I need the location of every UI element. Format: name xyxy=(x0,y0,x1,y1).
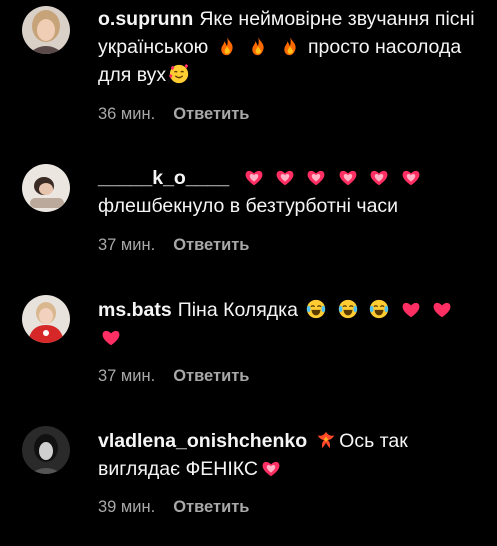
comment-text: _____k_o____ флешбекнуло в безтурботні ч… xyxy=(98,164,483,220)
comment-username[interactable]: o.suprunn xyxy=(98,8,193,30)
heart-on-fire-pink-icon xyxy=(337,166,359,188)
avatar[interactable] xyxy=(22,295,70,343)
pink-heart-icon xyxy=(400,298,422,320)
phoenix-icon xyxy=(315,429,337,451)
avatar[interactable] xyxy=(22,164,70,212)
pink-heart-icon xyxy=(100,326,122,348)
comment-message: Піна Колядка xyxy=(177,299,298,321)
face-with-tears-of-joy-icon xyxy=(368,298,390,320)
reply-button[interactable]: Ответить xyxy=(173,498,249,516)
avatar-bw-portrait-icon xyxy=(22,426,70,474)
comment-username[interactable]: ms.bats xyxy=(98,299,172,321)
comment-username[interactable]: _____k_o____ xyxy=(98,167,229,189)
heart-on-fire-pink-icon xyxy=(305,166,327,188)
comment-timestamp: 37 мин. xyxy=(98,367,156,385)
comment-item: _____k_o____ флешбекнуло в безтурботні ч… xyxy=(0,155,497,270)
smiling-face-with-hearts-icon xyxy=(168,63,190,85)
avatar-child-red-icon xyxy=(22,295,70,343)
heart-on-fire-pink-icon xyxy=(368,166,390,188)
avatar-woman-lying-icon xyxy=(22,164,70,212)
comment-username[interactable]: vladlena_onishchenko xyxy=(98,430,307,452)
face-with-tears-of-joy-icon xyxy=(305,298,327,320)
comment-item: ms.bats Піна Колядка 37 мин. Ответить xyxy=(0,287,497,402)
comment-item: o.suprunn Яке неймовірне звучання пісні у… xyxy=(0,0,497,140)
reply-button[interactable]: Ответить xyxy=(173,105,249,123)
reply-button[interactable]: Ответить xyxy=(173,236,249,254)
avatar[interactable] xyxy=(22,426,70,474)
heart-on-fire-pink-icon xyxy=(260,457,282,479)
fire-icon xyxy=(247,35,269,57)
avatar[interactable] xyxy=(22,6,70,54)
comment-text: vladlena_onishchenko Ось так виглядає ФЕН… xyxy=(98,427,483,483)
avatar-woman-blonde-icon xyxy=(22,6,70,54)
comment-timestamp: 36 мин. xyxy=(98,105,156,123)
face-with-tears-of-joy-icon xyxy=(337,298,359,320)
comment-timestamp: 37 мин. xyxy=(98,236,156,254)
comment-message: флешбекнуло в безтурботні часи xyxy=(98,195,399,217)
comment-timestamp: 39 мин. xyxy=(98,498,156,516)
heart-on-fire-pink-icon xyxy=(400,166,422,188)
pink-heart-icon xyxy=(431,298,453,320)
heart-on-fire-pink-icon xyxy=(243,166,265,188)
comment-item: vladlena_onishchenko Ось так виглядає ФЕН… xyxy=(0,418,497,538)
reply-button[interactable]: Ответить xyxy=(173,367,249,385)
fire-icon xyxy=(279,35,301,57)
heart-on-fire-pink-icon xyxy=(274,166,296,188)
fire-icon xyxy=(216,35,238,57)
comment-text: ms.bats Піна Колядка xyxy=(98,296,483,352)
comment-text: o.suprunn Яке неймовірне звучання пісні у… xyxy=(98,5,483,89)
